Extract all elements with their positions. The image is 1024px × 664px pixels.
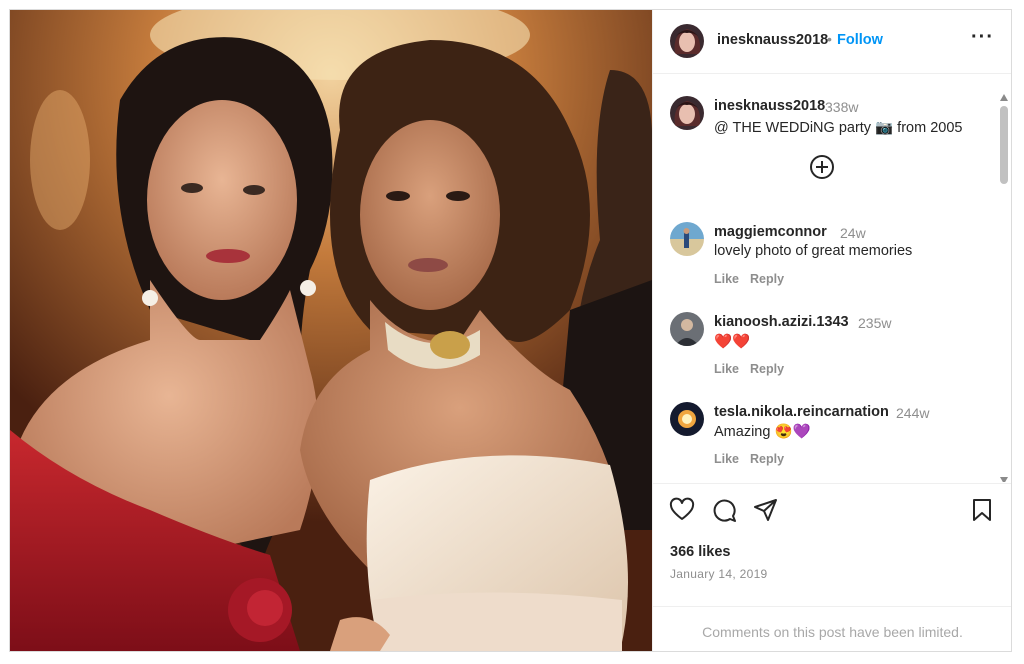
- instagram-post-modal: inesknauss2018 • Follow ··· inesknauss20…: [9, 9, 1012, 652]
- caption-text: @ THE WEDDiNG party 📷 from 2005: [714, 120, 963, 136]
- caption-username[interactable]: inesknauss2018: [714, 98, 825, 114]
- author-username[interactable]: inesknauss2018: [717, 32, 828, 48]
- post-photo[interactable]: [10, 10, 652, 651]
- scroll-up-arrow-icon[interactable]: [1000, 94, 1008, 101]
- author-avatar-image: [670, 24, 704, 58]
- comment-reply-button[interactable]: Reply: [750, 272, 784, 286]
- comments-scrollbar[interactable]: [1000, 94, 1008, 482]
- comment-text: Amazing 😍💜: [714, 424, 811, 440]
- plus-circle-icon[interactable]: [809, 154, 835, 180]
- comment-text: ❤️❤️: [714, 334, 751, 350]
- scroll-down-arrow-icon[interactable]: [1000, 477, 1008, 482]
- comment-username[interactable]: maggiemconnor: [714, 224, 827, 240]
- bookmark-icon[interactable]: [969, 497, 995, 523]
- comment-time[interactable]: 24w: [840, 225, 866, 241]
- commenter-avatar-image: [670, 402, 704, 436]
- post-header: inesknauss2018 • Follow ···: [653, 10, 1011, 74]
- more-options-icon[interactable]: ···: [971, 26, 994, 49]
- comment-reply-button[interactable]: Reply: [750, 362, 784, 376]
- comment-text: lovely photo of great memories: [714, 243, 913, 259]
- post-actions: 366 likes January 14, 2019 Comments on t…: [653, 483, 1011, 651]
- post-date[interactable]: January 14, 2019: [670, 567, 768, 581]
- comments-limited-notice: Comments on this post have been limited.: [653, 606, 1011, 651]
- comments-limited-text: Comments on this post have been limited.: [702, 624, 963, 640]
- commenter-avatar[interactable]: [670, 402, 704, 436]
- paper-plane-icon[interactable]: [753, 497, 779, 523]
- post-side-panel: inesknauss2018 • Follow ··· inesknauss20…: [652, 10, 1011, 651]
- comment-username[interactable]: kianoosh.azizi.1343: [714, 314, 849, 330]
- author-avatar[interactable]: [670, 24, 704, 58]
- post-photo-illustration: [10, 10, 652, 651]
- caption-time[interactable]: 338w: [825, 99, 858, 115]
- comment-time[interactable]: 235w: [858, 315, 891, 331]
- comment-bubble-icon[interactable]: [711, 497, 737, 523]
- commenter-avatar[interactable]: [670, 312, 704, 346]
- comment-like-button[interactable]: Like: [714, 362, 739, 376]
- comment-like-button[interactable]: Like: [714, 272, 739, 286]
- caption-avatar-image: [670, 96, 704, 130]
- comments-section[interactable]: inesknauss2018 338w @ THE WEDDiNG party …: [653, 74, 1011, 482]
- comment-like-button[interactable]: Like: [714, 452, 739, 466]
- header-separator: •: [827, 31, 832, 47]
- heart-icon[interactable]: [669, 497, 695, 523]
- comment-reply-button[interactable]: Reply: [750, 452, 784, 466]
- commenter-avatar-image: [670, 312, 704, 346]
- scrollbar-thumb[interactable]: [1000, 106, 1008, 184]
- commenter-avatar-image: [670, 222, 704, 256]
- caption-avatar[interactable]: [670, 96, 704, 130]
- likes-count[interactable]: 366 likes: [670, 544, 730, 560]
- commenter-avatar[interactable]: [670, 222, 704, 256]
- follow-button[interactable]: Follow: [837, 32, 883, 48]
- comment-time[interactable]: 244w: [896, 405, 929, 421]
- comment-username[interactable]: tesla.nikola.reincarnation: [714, 404, 889, 420]
